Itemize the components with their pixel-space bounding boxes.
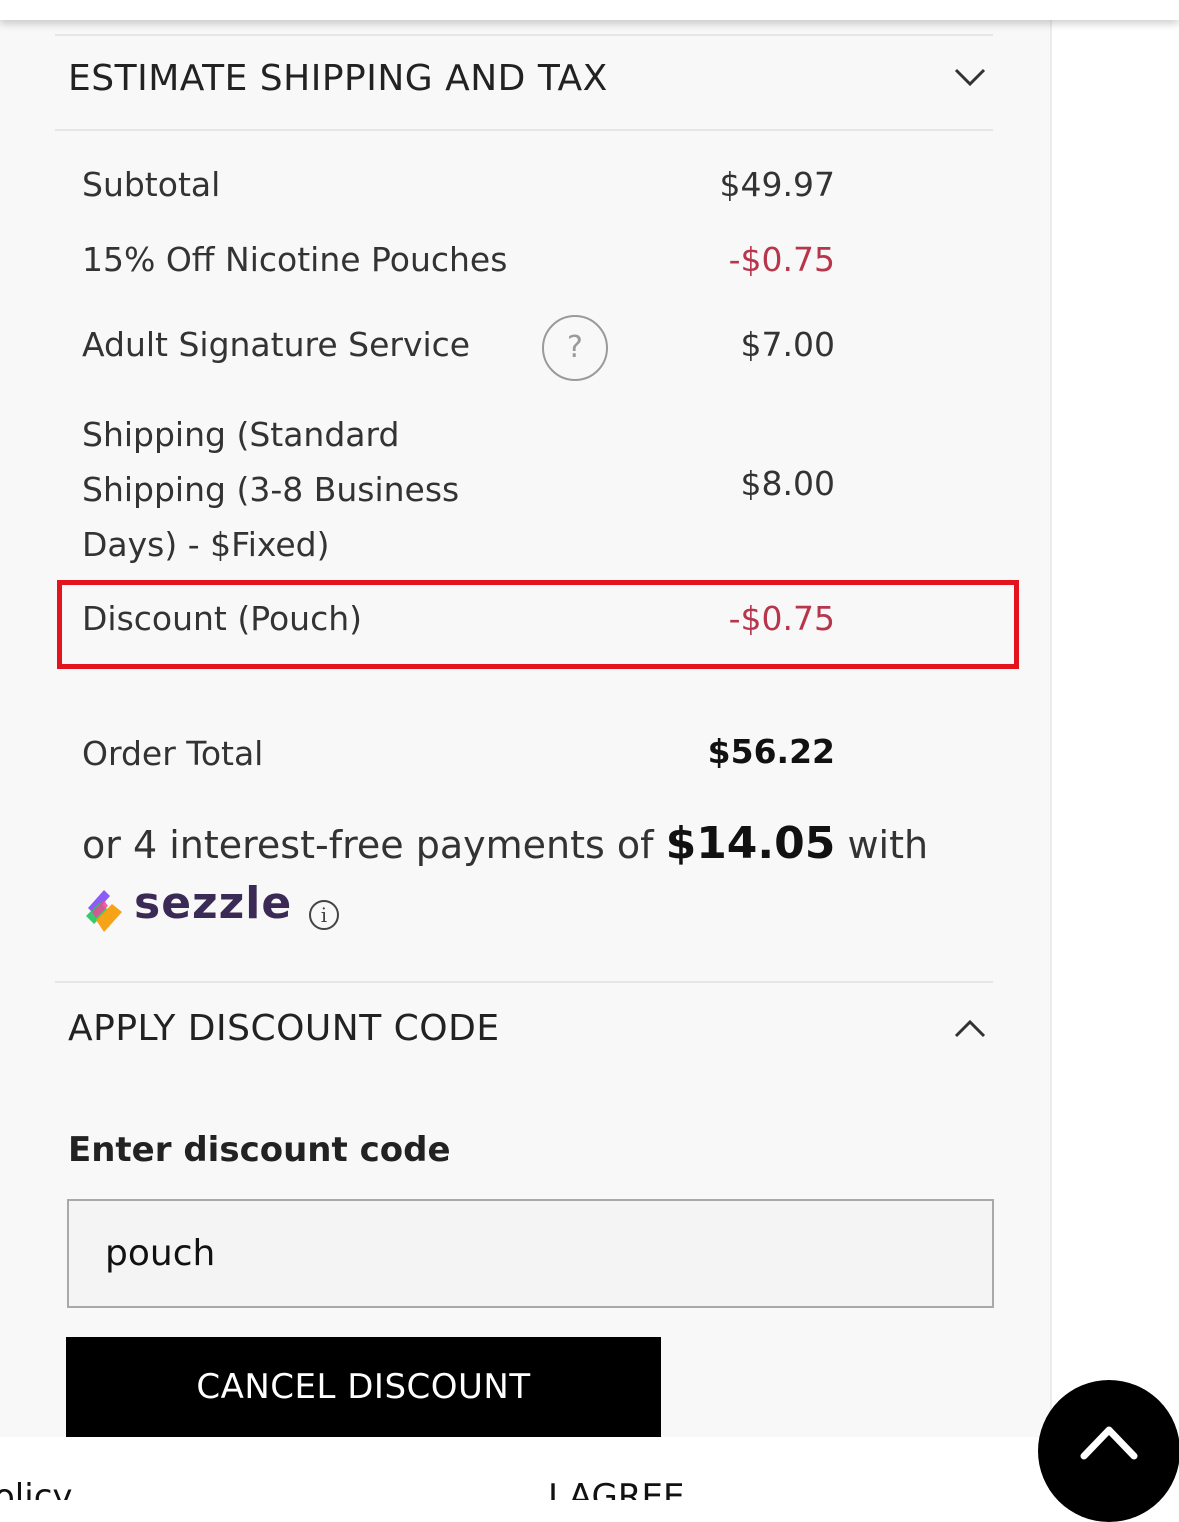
top-bar xyxy=(0,0,1179,20)
subtotal-label: Subtotal xyxy=(82,165,221,204)
chevron-up-icon xyxy=(1080,1426,1138,1460)
footer-policy-link[interactable]: olicy xyxy=(0,1477,73,1500)
apply-discount-title[interactable]: APPLY DISCOUNT CODE xyxy=(68,1008,500,1049)
adult-signature-value: $7.00 xyxy=(740,325,835,364)
highlight-box xyxy=(57,580,1019,669)
sezzle-logo[interactable]: sezzle i xyxy=(82,878,342,940)
order-total-value: $56.22 xyxy=(707,732,835,771)
sezzle-mark-icon xyxy=(86,890,122,932)
estimate-shipping-title[interactable]: ESTIMATE SHIPPING AND TAX xyxy=(68,58,608,99)
divider xyxy=(55,34,993,36)
subtotal-value: $49.97 xyxy=(719,165,835,204)
divider xyxy=(55,129,993,131)
divider xyxy=(55,981,993,983)
footer-agree-text[interactable]: I AGREE xyxy=(548,1477,684,1500)
sezzle-amount: $14.05 xyxy=(665,818,836,869)
info-icon[interactable]: i xyxy=(309,900,339,930)
discount-code-input[interactable] xyxy=(67,1199,994,1308)
cancel-discount-button[interactable]: CANCEL DISCOUNT xyxy=(66,1337,661,1437)
shipping-value: $8.00 xyxy=(740,464,835,503)
promo-discount-label: 15% Off Nicotine Pouches xyxy=(82,240,508,279)
discount-code-label: Enter discount code xyxy=(68,1130,451,1170)
sezzle-installment-text: or 4 interest-free payments of $14.05 wi… xyxy=(82,818,928,869)
promo-discount-value: -$0.75 xyxy=(728,240,835,279)
chevron-up-icon[interactable] xyxy=(950,1014,990,1044)
order-summary-panel: ESTIMATE SHIPPING AND TAX Subtotal $49.9… xyxy=(0,0,1052,1437)
scroll-to-top-button[interactable] xyxy=(1038,1380,1179,1522)
chevron-down-icon[interactable] xyxy=(950,62,990,92)
sezzle-prefix: or 4 interest-free payments of xyxy=(82,823,666,867)
order-total-label: Order Total xyxy=(82,734,264,773)
sezzle-brand: sezzle xyxy=(134,878,293,929)
help-icon[interactable]: ? xyxy=(542,315,608,381)
shipping-label: Shipping (Standard Shipping (3-8 Busines… xyxy=(82,415,460,564)
footer: olicy I AGREE xyxy=(0,1437,1179,1500)
sezzle-suffix: with xyxy=(835,823,929,867)
adult-signature-label: Adult Signature Service xyxy=(82,325,471,364)
